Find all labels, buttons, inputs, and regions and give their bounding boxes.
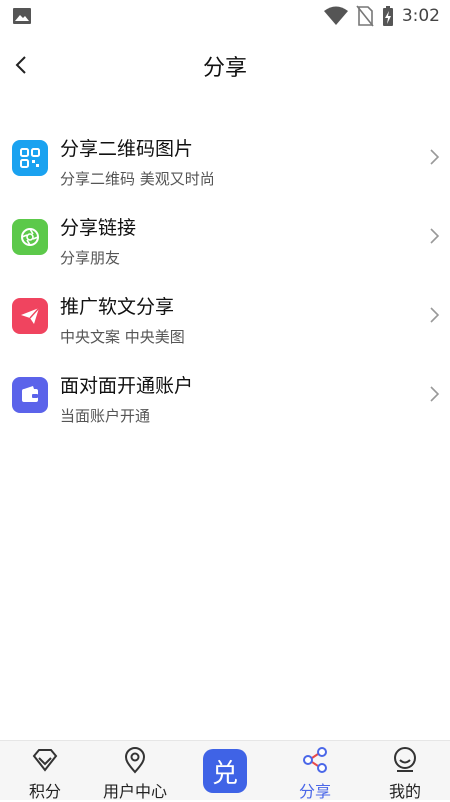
tab-label: 分享 [298, 782, 331, 801]
chevron-right-icon [430, 307, 440, 323]
item-title: 面对面开通账户 [60, 375, 194, 397]
no-sim-icon [356, 5, 374, 27]
status-right: 3:02 [323, 0, 440, 32]
smiley-icon [394, 747, 416, 772]
item-title: 推广软文分享 [60, 296, 175, 318]
chevron-right-icon [430, 228, 440, 244]
tab-share[interactable]: 分享 [270, 741, 360, 801]
aperture-icon [12, 219, 48, 255]
open-account-item[interactable]: 面对面开通账户 当面账户开通 [0, 357, 450, 436]
wallet-icon [12, 377, 48, 413]
status-time: 3:02 [401, 6, 440, 26]
tab-label: 积分 [28, 782, 61, 801]
page-title: 分享 [202, 56, 247, 81]
item-title: 分享链接 [60, 217, 137, 239]
share-qrcode-item[interactable]: 分享二维码图片 分享二维码 美观又时尚 [0, 120, 450, 199]
header: 分享 [0, 40, 450, 92]
redeem-button[interactable]: 兑 [203, 749, 247, 793]
bottom-nav: 积分 用户中心 兑 分享 我的 [0, 740, 450, 801]
wifi-icon [323, 6, 348, 25]
battery-charging-icon [382, 6, 393, 26]
chevron-right-icon [430, 149, 440, 165]
share-options-list: 分享二维码图片 分享二维码 美观又时尚 分享链接 分享朋友 推广软文分享 中央文… [0, 120, 450, 436]
tab-user-center[interactable]: 用户中心 [90, 741, 180, 801]
location-pin-icon [124, 747, 146, 774]
promo-article-item[interactable]: 推广软文分享 中央文案 中央美图 [0, 278, 450, 357]
tab-points[interactable]: 积分 [0, 741, 90, 801]
item-title: 分享二维码图片 [60, 138, 194, 160]
share-icon [303, 747, 327, 773]
status-bar: 3:02 [0, 0, 450, 32]
paper-plane-icon [12, 298, 48, 334]
item-subtitle: 当面账户开通 [60, 407, 151, 425]
item-subtitle: 中央文案 中央美图 [60, 328, 185, 346]
tab-label: 用户中心 [102, 782, 167, 801]
diamond-icon [32, 749, 58, 772]
chevron-right-icon [430, 386, 440, 402]
share-link-item[interactable]: 分享链接 分享朋友 [0, 199, 450, 278]
gallery-icon [13, 8, 31, 24]
tab-mine[interactable]: 我的 [360, 741, 450, 801]
item-subtitle: 分享二维码 美观又时尚 [60, 170, 215, 188]
item-subtitle: 分享朋友 [60, 249, 121, 267]
tab-label: 我的 [388, 782, 421, 801]
qrcode-icon [12, 140, 48, 176]
